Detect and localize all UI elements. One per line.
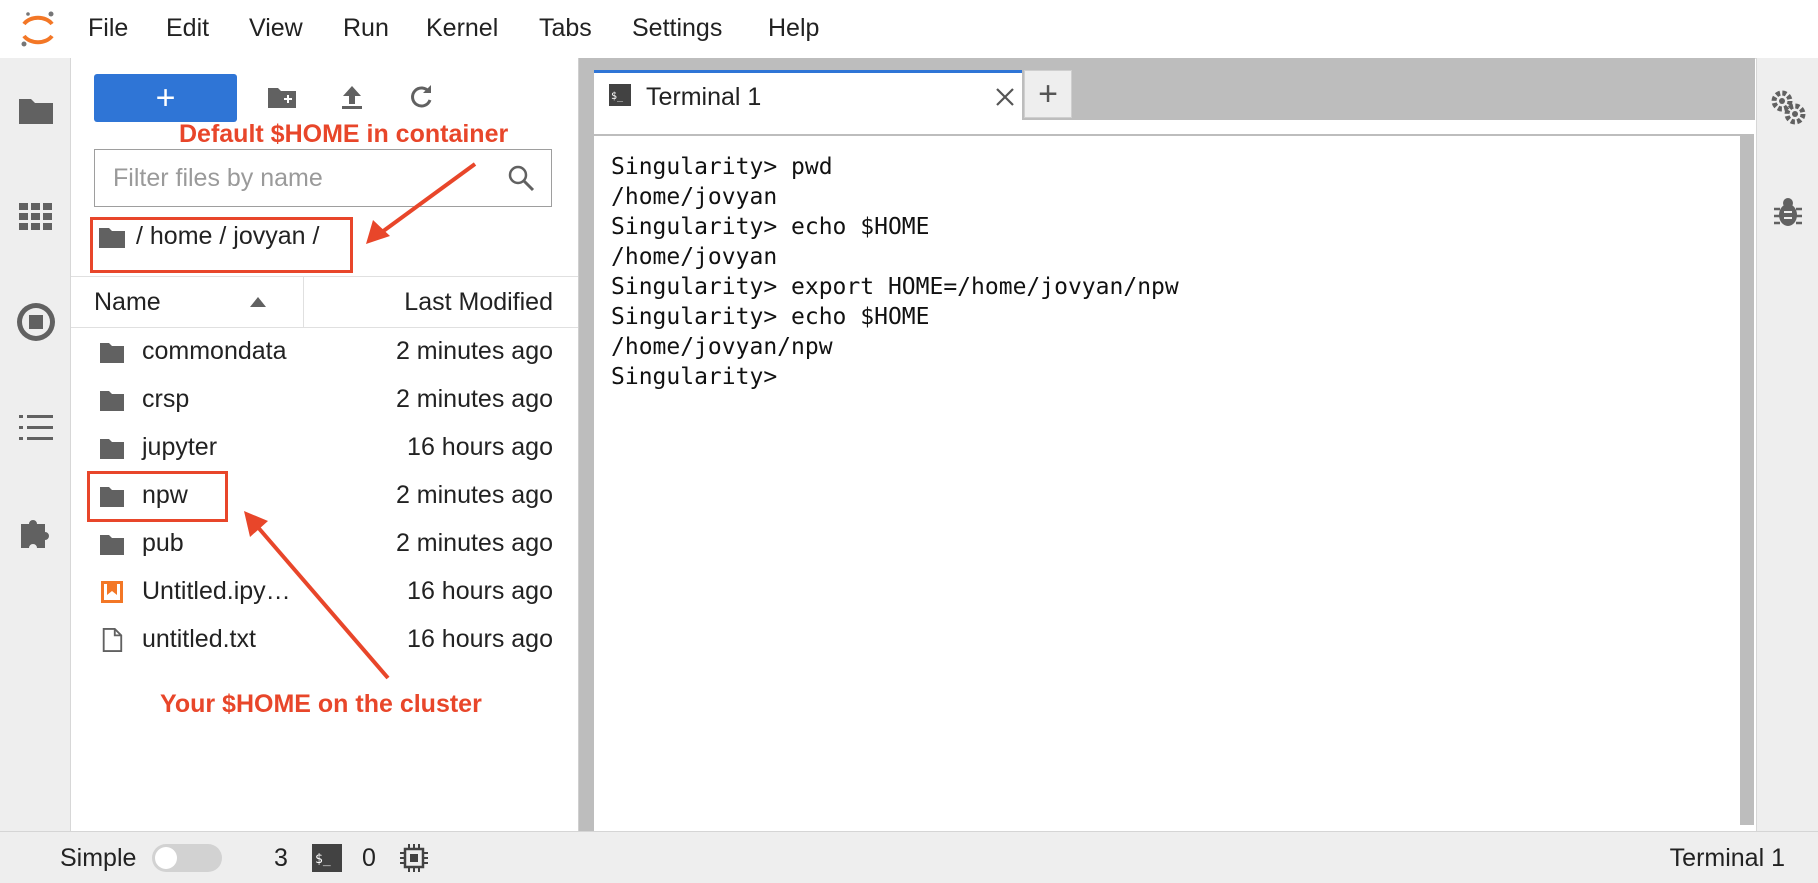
terminal-line: /home/jovyan/npw xyxy=(611,334,833,360)
folder-icon xyxy=(100,343,124,363)
file-modified: 2 minutes ago xyxy=(395,385,553,413)
new-launcher-button[interactable]: + xyxy=(94,74,237,122)
svg-text:$_: $_ xyxy=(611,91,624,102)
menu-kernel[interactable]: Kernel xyxy=(426,14,498,43)
active-tab-name: Terminal 1 xyxy=(1669,844,1785,872)
toggle-knob xyxy=(155,847,177,869)
terminal-line: Singularity> echo $HOME xyxy=(611,304,930,330)
running-tab[interactable] xyxy=(14,195,58,239)
debugger-icon xyxy=(1774,198,1802,226)
activity-bar xyxy=(0,58,71,831)
terminal-line: Singularity> export HOME=/home/jovyan/np… xyxy=(611,274,1179,300)
annotation-cluster-home: Your $HOME on the cluster xyxy=(160,690,482,718)
new-folder-icon xyxy=(268,88,296,108)
notebook-icon xyxy=(101,581,123,603)
folder-icon xyxy=(100,391,124,411)
highlight-npw-row xyxy=(87,471,228,522)
file-modified: 16 hours ago xyxy=(407,625,553,653)
new-folder-button[interactable] xyxy=(259,74,305,120)
file-row-crsp[interactable]: crsp 2 minutes ago xyxy=(71,376,578,424)
property-inspector-icon xyxy=(1771,90,1806,125)
property-inspector-tab[interactable] xyxy=(1769,88,1807,126)
file-modified: 2 minutes ago xyxy=(395,529,553,557)
refresh-button[interactable] xyxy=(398,74,444,120)
file-name: untitled.txt xyxy=(142,625,256,653)
filter-input[interactable] xyxy=(113,160,493,196)
file-name: Untitled.ipy… xyxy=(142,577,291,605)
menu-run[interactable]: Run xyxy=(343,14,389,43)
main-dock-area: $_ Terminal 1 + Singularity> pwd /home/j… xyxy=(579,58,1755,831)
file-name: crsp xyxy=(142,385,190,413)
column-divider[interactable] xyxy=(303,277,304,327)
add-tab-button[interactable]: + xyxy=(1024,70,1072,118)
list-icon xyxy=(19,415,53,440)
refresh-icon xyxy=(411,85,432,108)
menu-edit[interactable]: Edit xyxy=(166,14,209,43)
menu-bar: File Edit View Run Kernel Tabs Settings … xyxy=(0,0,1818,59)
terminal-line: /home/jovyan xyxy=(611,244,778,270)
file-name: pub xyxy=(142,529,184,557)
svg-text:$_: $_ xyxy=(315,852,331,867)
file-modified: 16 hours ago xyxy=(407,433,553,461)
terminal-count[interactable]: 0 xyxy=(362,844,376,873)
puzzle-icon xyxy=(21,520,49,548)
file-name: commondata xyxy=(142,337,287,365)
file-modified: 2 minutes ago xyxy=(395,337,553,365)
kernel-count[interactable]: 3 xyxy=(274,844,288,873)
menu-view[interactable]: View xyxy=(249,14,303,43)
filter-box xyxy=(94,149,552,207)
tab-label: Terminal 1 xyxy=(646,83,762,111)
file-row-untitled-txt[interactable]: untitled.txt 16 hours ago xyxy=(71,616,578,664)
terminal-panel: Singularity> pwd /home/jovyan Singularit… xyxy=(594,120,1755,831)
menu-file[interactable]: File xyxy=(88,14,128,43)
annotation-default-home: Default $HOME in container xyxy=(179,120,509,148)
file-row-jupyter[interactable]: jupyter 16 hours ago xyxy=(71,424,578,472)
file-row-pub[interactable]: pub 2 minutes ago xyxy=(71,520,578,568)
file-list-header: Name Last Modified xyxy=(71,276,578,328)
file-row-commondata[interactable]: commondata 2 minutes ago xyxy=(71,328,578,376)
folder-icon xyxy=(100,535,124,555)
text-file-icon xyxy=(102,628,123,652)
highlight-breadcrumb xyxy=(90,217,353,273)
search-icon xyxy=(508,165,535,192)
terminal-line: Singularity> xyxy=(611,364,778,390)
menu-help[interactable]: Help xyxy=(768,14,819,43)
grid-icon xyxy=(19,203,52,230)
cpu-icon[interactable] xyxy=(399,843,429,873)
folder-icon xyxy=(19,99,53,124)
file-modified: 16 hours ago xyxy=(407,577,553,605)
file-name: jupyter xyxy=(142,433,218,461)
jupyter-logo-icon[interactable] xyxy=(18,8,58,52)
terminal-line: Singularity> echo $HOME xyxy=(611,214,930,240)
debugger-tab[interactable] xyxy=(1771,196,1805,230)
folder-icon xyxy=(100,439,124,459)
file-modified: 2 minutes ago xyxy=(395,481,553,509)
status-bar: Simple 3 $_ 0 Terminal 1 xyxy=(0,831,1818,883)
menu-settings[interactable]: Settings xyxy=(632,14,722,43)
file-browser-tab[interactable] xyxy=(14,88,58,132)
terminal-icon: $_ xyxy=(609,84,631,106)
terminal-screen[interactable]: Singularity> pwd /home/jovyan Singularit… xyxy=(594,134,1754,825)
kernels-tab[interactable] xyxy=(14,300,58,344)
close-icon[interactable] xyxy=(995,87,1015,107)
extensions-tab[interactable] xyxy=(14,510,58,554)
menu-tabs[interactable]: Tabs xyxy=(539,14,592,43)
simple-mode-label: Simple xyxy=(60,844,137,872)
column-name-header[interactable]: Name xyxy=(94,277,161,327)
terminal-line: Singularity> pwd xyxy=(611,154,833,180)
stop-circle-icon xyxy=(17,303,55,341)
right-sidebar xyxy=(1756,58,1818,831)
tab-terminal-1[interactable]: $_ Terminal 1 xyxy=(594,70,1022,120)
simple-mode-toggle[interactable] xyxy=(152,844,222,872)
column-modified-header[interactable]: Last Modified xyxy=(404,277,553,327)
upload-button[interactable] xyxy=(329,74,375,120)
upload-icon xyxy=(342,86,362,109)
terminal-icon[interactable]: $_ xyxy=(312,844,342,872)
file-row-untitled-notebook[interactable]: Untitled.ipy… 16 hours ago xyxy=(71,568,578,616)
sort-ascending-icon xyxy=(250,297,266,307)
terminal-line: /home/jovyan xyxy=(611,184,778,210)
toc-tab[interactable] xyxy=(14,406,58,450)
